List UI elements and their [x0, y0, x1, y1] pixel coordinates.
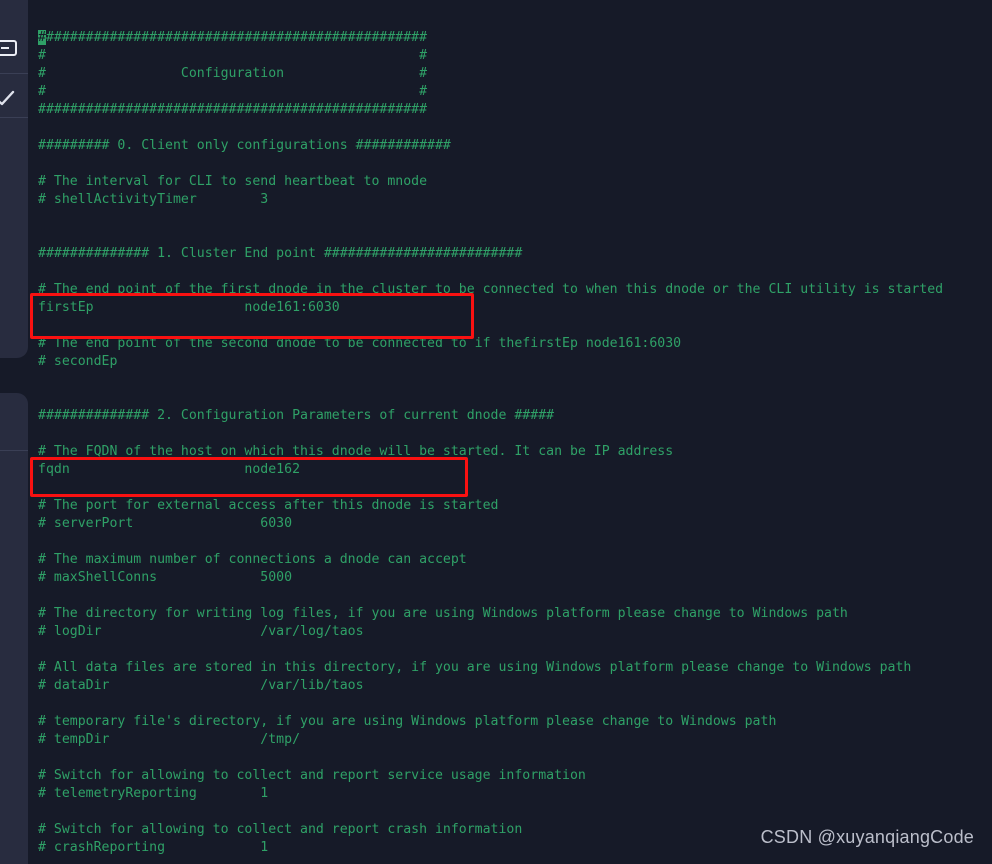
code-line: # The end point of the second dnode to b…	[38, 336, 682, 351]
code-line: # serverPort 6030	[38, 516, 293, 531]
code-line: # The maximum number of connections a dn…	[38, 552, 467, 567]
screenshot-root: ########################################…	[0, 0, 992, 864]
code-line: # The end point of the first dnode in th…	[38, 282, 944, 297]
code-line: # The FQDN of the host on which this dno…	[38, 444, 674, 459]
code-line: # The interval for CLI to send heartbeat…	[38, 174, 428, 189]
csdn-watermark: CSDN @xuyanqiangCode	[760, 827, 974, 847]
code-line: # dataDir /var/lib/taos	[38, 678, 364, 693]
window-icon[interactable]	[0, 33, 28, 63]
code-editor[interactable]: ########################################…	[28, 0, 992, 864]
code-line: ############## 1. Cluster End point ####…	[38, 246, 523, 261]
code-line: fqdn node162	[38, 462, 301, 477]
code-line: ########################################…	[38, 30, 428, 45]
text-cursor: #	[38, 30, 46, 45]
code-line: # shellActivityTimer 3	[38, 192, 269, 207]
code-line: # Configuration #	[38, 66, 428, 81]
checkmark-icon[interactable]	[0, 84, 28, 114]
code-line: ########################################…	[38, 102, 428, 117]
code-line: # The directory for writing log files, i…	[38, 606, 848, 621]
code-line: # #	[38, 84, 428, 99]
code-line: # Switch for allowing to collect and rep…	[38, 768, 586, 783]
code-line: # telemetryReporting 1	[38, 786, 269, 801]
code-line: # #	[38, 48, 428, 63]
code-line: # The port for external access after thi…	[38, 498, 499, 513]
sidebar-panel-bottom[interactable]	[0, 393, 28, 864]
code-line: # temporary file's directory, if you are…	[38, 714, 777, 729]
sidebar-divider-2	[0, 117, 28, 118]
code-line: # All data files are stored in this dire…	[38, 660, 912, 675]
code-line: firstEp node161:6030	[38, 300, 340, 315]
code-line: # tempDir /tmp/	[38, 732, 301, 747]
code-line: # logDir /var/log/taos	[38, 624, 364, 639]
sidebar-divider-1	[0, 73, 28, 74]
code-line: # secondEp	[38, 354, 118, 369]
code-content[interactable]: ########################################…	[38, 29, 943, 857]
code-line: ############## 2. Configuration Paramete…	[38, 408, 555, 423]
code-line: # maxShellConns 5000	[38, 570, 293, 585]
code-line: ######### 0. Client only configurations …	[38, 138, 451, 153]
sidebar-divider-3	[0, 450, 28, 451]
